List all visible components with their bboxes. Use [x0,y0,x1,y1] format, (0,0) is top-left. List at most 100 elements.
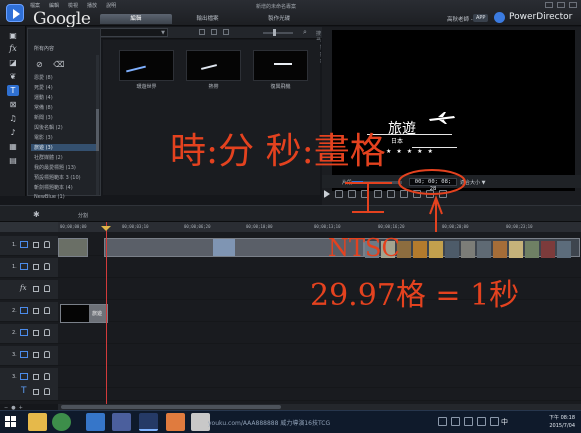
lock-icon[interactable] [44,285,50,292]
fx-lane[interactable] [58,280,581,300]
slider-thumb[interactable] [273,29,276,36]
list-view-icon[interactable] [211,29,217,35]
tab-create-disc[interactable]: 製作光碟 [243,14,315,24]
chapter-room-icon[interactable]: ▦ [7,141,19,152]
audio-lane-1[interactable] [58,258,581,278]
title-room-icon[interactable]: T [7,85,19,96]
ime-indicator[interactable]: 中 [501,417,508,427]
voice-over-icon[interactable]: ♪ [7,127,19,138]
chrome-icon[interactable] [52,413,71,431]
playhead-handle-icon[interactable] [101,226,111,231]
lock-icon[interactable] [44,241,50,248]
file-explorer-icon[interactable] [28,413,47,431]
flag-icon[interactable] [464,417,473,426]
title-clip[interactable] [104,238,364,257]
thumbnail-size-slider[interactable] [263,29,293,36]
app-taskbar-icon[interactable] [112,413,131,431]
tag-icon[interactable]: ⊘ [36,60,43,69]
grid-view-icon[interactable] [199,29,205,35]
tab-edit[interactable]: 編輯 [100,14,172,24]
video-clip[interactable] [58,238,88,257]
template-thumbnail[interactable] [186,50,241,81]
template-thumbnail[interactable] [119,50,174,81]
track-enable-checkbox[interactable] [33,374,39,380]
fx-room-icon[interactable]: fx [7,43,19,54]
track-enable-checkbox[interactable] [33,308,39,314]
menu-view[interactable]: 檢視 [68,2,78,9]
powerdirector-taskbar-icon[interactable] [139,413,158,431]
maximize-icon[interactable] [557,2,565,8]
lock-icon[interactable] [44,388,50,395]
3d-icon[interactable] [426,190,434,198]
title-clip[interactable]: 旅遊 [60,304,108,323]
next-frame-icon[interactable] [361,190,369,198]
fullscreen-icon[interactable] [439,190,447,198]
menu-play[interactable]: 播放 [87,2,97,9]
windows-start-icon[interactable] [5,416,17,428]
category-item[interactable]: 預設標題範本 3 (10) [34,174,81,181]
lock-icon[interactable] [44,307,50,314]
track-enable-checkbox[interactable] [33,286,39,292]
stop-icon[interactable] [335,190,343,198]
media-room-icon[interactable]: ▣ [7,30,19,41]
tab-produce[interactable]: 輸出檔案 [172,14,244,24]
magic-tools-icon[interactable]: ✱ [33,210,40,219]
category-item-selected[interactable]: 旅遊 (3) [31,144,97,151]
track-enable-checkbox[interactable] [33,352,39,358]
split-button[interactable]: 分割 [78,212,88,219]
playhead[interactable] [106,222,107,404]
volume-icon[interactable] [400,190,408,198]
volume-icon[interactable] [490,417,499,426]
video-lane-3[interactable] [58,346,581,366]
video-lane-1[interactable] [58,236,581,258]
lock-icon[interactable] [44,329,50,336]
category-item[interactable]: NewBlue (1) [34,194,65,200]
preview-seek-bar[interactable] [352,181,402,184]
menu-edit[interactable]: 編輯 [49,2,59,9]
timecode-display[interactable]: 00; 00; 08; 28 [409,178,457,192]
close-icon[interactable] [569,2,577,8]
video-lane-2[interactable]: 旅遊 [58,302,581,323]
category-item[interactable]: 我的最愛標題 (13) [34,164,76,171]
trash-icon[interactable]: ⌫ [53,60,64,69]
play-icon[interactable] [324,190,330,198]
video-clip[interactable] [364,238,580,258]
app-badge[interactable]: APP [473,14,489,22]
track-enable-checkbox[interactable] [33,389,39,395]
app-taskbar-icon[interactable] [166,413,185,431]
timeline-ruler[interactable]: 00;00;00;00 00;00;03;10 00;00;06;20 00;0… [0,222,581,232]
minimize-icon[interactable] [545,2,553,8]
particle-room-icon[interactable]: ❦ [7,71,19,82]
fit-size-dropdown[interactable]: 適合大小 ▼ [460,179,485,186]
category-item[interactable]: 恩愛 (8) [34,74,53,81]
category-item[interactable]: 電影 (3) [34,134,53,141]
fast-forward-icon[interactable] [374,190,382,198]
lock-icon[interactable] [44,263,50,270]
clip-mode-label[interactable]: 片段 [342,179,352,186]
track-enable-checkbox[interactable] [33,242,39,248]
system-clock[interactable]: 下午 08:18 2015/7/04 [549,414,575,430]
track-enable-checkbox[interactable] [33,264,39,270]
preview-window[interactable]: 旅遊 日本 ★★★★★ [332,30,575,191]
subtitle-room-icon[interactable]: ▤ [7,155,19,166]
details-view-icon[interactable] [223,29,229,35]
menu-file[interactable]: 檔案 [30,2,40,9]
category-item[interactable]: 運動 (4) [34,94,53,101]
category-item[interactable]: 死愛 (4) [34,84,53,91]
keyboard-icon[interactable] [438,417,447,426]
menu-help[interactable]: 說明 [106,2,116,9]
category-item[interactable]: 常備 (8) [34,104,53,111]
tree-scrollbar[interactable] [96,55,99,195]
chevron-up-icon[interactable] [451,417,460,426]
scroll-thumb[interactable] [96,109,99,151]
scroll-thumb[interactable] [61,405,281,409]
app-taskbar-icon[interactable] [86,413,105,431]
template-thumbnail[interactable] [253,50,308,81]
snapshot-icon[interactable] [387,190,395,198]
audio-mixing-icon[interactable]: ♫ [7,113,19,124]
category-item[interactable]: 與後名輯 (2) [34,124,63,131]
undock-icon[interactable] [413,190,421,198]
track-enable-checkbox[interactable] [33,330,39,336]
search-icon[interactable]: ⌕ [303,28,307,37]
category-item[interactable]: 斬劍標題範本 (4) [34,184,73,191]
